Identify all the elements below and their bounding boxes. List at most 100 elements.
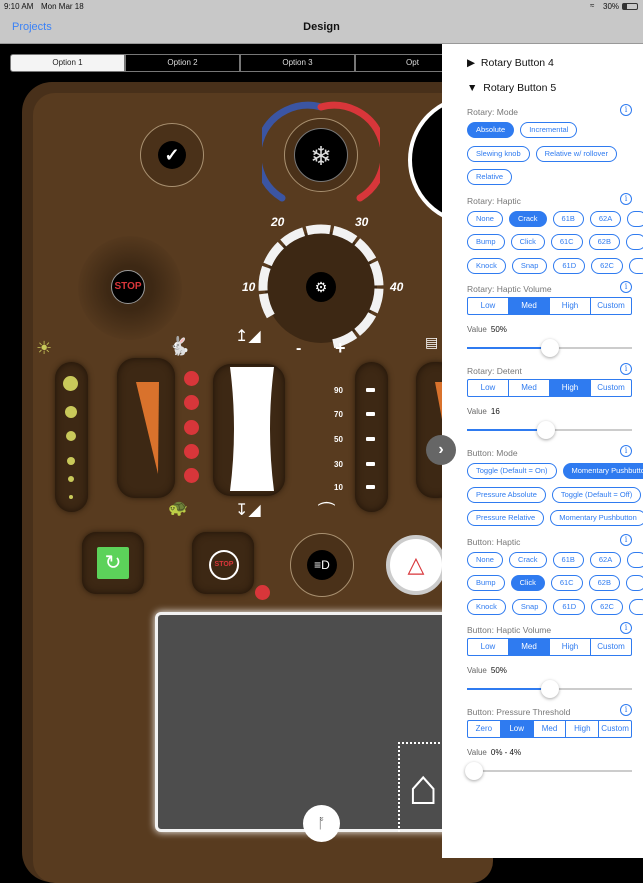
chip-momentary-pushbutton[interactable]: Momentary Pushbutton xyxy=(550,510,643,526)
segment-med[interactable]: Med xyxy=(508,298,549,314)
segment-med[interactable]: Med xyxy=(508,380,549,396)
hazard-button[interactable]: △ xyxy=(386,535,446,595)
tab-option-2[interactable]: Option 2 xyxy=(125,54,240,72)
chip-crack[interactable]: Crack xyxy=(509,552,547,568)
chip-pressure-absolute[interactable]: Pressure Absolute xyxy=(467,487,546,503)
segment-custom[interactable]: Custom xyxy=(590,380,631,396)
chip-more[interactable] xyxy=(629,599,643,615)
chip-61d[interactable]: 61D xyxy=(553,258,585,274)
chip-61b[interactable]: 61B xyxy=(553,552,584,568)
slider-thumb[interactable] xyxy=(541,339,559,357)
info-icon[interactable]: i xyxy=(620,281,632,293)
chip-snap[interactable]: Snap xyxy=(512,258,548,274)
info-icon[interactable]: i xyxy=(620,445,632,457)
value-slider[interactable] xyxy=(467,678,632,700)
chip-62c[interactable]: 62C xyxy=(591,599,623,615)
home-icon[interactable]: ⌂ xyxy=(408,752,438,822)
chip-62a[interactable]: 62A xyxy=(590,211,621,227)
bluetooth-button[interactable]: ᚩ xyxy=(303,805,340,842)
chip-61d[interactable]: 61D xyxy=(553,599,585,615)
info-icon[interactable]: i xyxy=(620,363,632,375)
info-icon[interactable]: i xyxy=(620,193,632,205)
segment-low[interactable]: Low xyxy=(468,298,508,314)
chip-more[interactable] xyxy=(627,552,643,568)
value-slider[interactable] xyxy=(467,419,632,441)
chip-incremental[interactable]: Incremental xyxy=(520,122,577,138)
chip-slewing-knob[interactable]: Slewing knob xyxy=(467,146,530,162)
chip-more[interactable] xyxy=(629,258,643,274)
chip-bump[interactable]: Bump xyxy=(467,234,505,250)
section-label: Button: Mode xyxy=(467,447,643,461)
segment-high[interactable]: High xyxy=(565,721,598,737)
chip-row: Slewing knob Relative w/ rollover xyxy=(467,144,643,168)
chip-more[interactable] xyxy=(626,234,643,250)
segment-med[interactable]: Med xyxy=(533,721,566,737)
value-slider[interactable] xyxy=(467,760,632,782)
tab-option-1[interactable]: Option 1 xyxy=(10,54,125,72)
slider-thumb[interactable] xyxy=(537,421,555,439)
rotary-button-5-header[interactable]: ▼ Rotary Button 5 xyxy=(467,81,643,106)
plus-label[interactable]: + xyxy=(335,338,346,359)
segment-custom[interactable]: Custom xyxy=(598,721,631,737)
chip-knock[interactable]: Knock xyxy=(467,258,506,274)
chip-62a[interactable]: 62A xyxy=(590,552,621,568)
chip-62c[interactable]: 62C xyxy=(591,258,623,274)
chip-pressure-relative[interactable]: Pressure Relative xyxy=(467,510,544,526)
chip-click[interactable]: Click xyxy=(511,575,545,591)
segment-high[interactable]: High xyxy=(549,380,590,396)
chip-absolute[interactable]: Absolute xyxy=(467,122,514,138)
segment-high[interactable]: High xyxy=(549,298,590,314)
chip-relative[interactable]: Relative xyxy=(467,169,512,185)
chip-knock[interactable]: Knock xyxy=(467,599,506,615)
info-icon[interactable]: i xyxy=(620,534,632,546)
value-readout: Value50% xyxy=(467,325,643,337)
indicator-dot xyxy=(184,420,199,435)
chip-none[interactable]: None xyxy=(467,211,503,227)
chip-crack[interactable]: Crack xyxy=(509,211,547,227)
chip-61c[interactable]: 61C xyxy=(551,575,583,591)
info-icon[interactable]: i xyxy=(620,622,632,634)
chip-more[interactable] xyxy=(626,575,643,591)
scale-label-90: 90 xyxy=(334,386,343,395)
chip-61c[interactable]: 61C xyxy=(551,234,583,250)
chip-62b[interactable]: 62B xyxy=(589,575,620,591)
level-dot xyxy=(69,495,73,499)
chip-none[interactable]: None xyxy=(467,552,503,568)
chip-snap[interactable]: Snap xyxy=(512,599,548,615)
chip-momentary-pushbutton[interactable]: Momentary Pushbutton xyxy=(563,463,643,479)
section-label: Button: Haptic xyxy=(467,536,643,550)
chip-more[interactable] xyxy=(627,211,643,227)
segment-med[interactable]: Med xyxy=(508,639,549,655)
info-icon[interactable]: i xyxy=(620,704,632,716)
minus-label[interactable]: - xyxy=(296,340,301,358)
slider-thumb[interactable] xyxy=(541,680,559,698)
chip-toggle-default-off-[interactable]: Toggle (Default = Off) xyxy=(552,487,641,503)
segment-custom[interactable]: Custom xyxy=(590,298,631,314)
value-text: 0% - 4% xyxy=(491,748,521,757)
chip-bump[interactable]: Bump xyxy=(467,575,505,591)
chip-row: Toggle (Default = On) Momentary Pushbutto… xyxy=(467,461,643,485)
chip-relative-w-rollover[interactable]: Relative w/ rollover xyxy=(536,146,617,162)
chip-62b[interactable]: 62B xyxy=(589,234,620,250)
value-slider[interactable] xyxy=(467,337,632,359)
tab-option-3[interactable]: Option 3 xyxy=(240,54,355,72)
segment-low[interactable]: Low xyxy=(500,721,533,737)
slider-fill xyxy=(467,347,550,349)
section-button-mode: Button: Modei Toggle (Default = On) Moment… xyxy=(467,447,643,532)
slider-thumb[interactable] xyxy=(465,762,483,780)
checkmark-icon: ✓ xyxy=(158,141,186,169)
rotary-button-4-header[interactable]: ▶ Rotary Button 4 xyxy=(467,56,643,81)
chip-click[interactable]: Click xyxy=(511,234,545,250)
segment-custom[interactable]: Custom xyxy=(590,639,631,655)
chip-toggle-default-on-[interactable]: Toggle (Default = On) xyxy=(467,463,557,479)
chevron-right-icon[interactable]: › xyxy=(426,435,456,465)
segment-zero[interactable]: Zero xyxy=(468,721,500,737)
segment-low[interactable]: Low xyxy=(468,639,508,655)
value-readout: Value16 xyxy=(467,407,643,419)
section-button-pressure-threshold: Button: Pressure ThresholdiZeroLowMedHig… xyxy=(467,706,643,782)
info-icon[interactable]: i xyxy=(620,104,632,116)
chip-61b[interactable]: 61B xyxy=(553,211,584,227)
segment-low[interactable]: Low xyxy=(468,380,508,396)
implement-handle[interactable] xyxy=(228,367,276,491)
segment-high[interactable]: High xyxy=(549,639,590,655)
